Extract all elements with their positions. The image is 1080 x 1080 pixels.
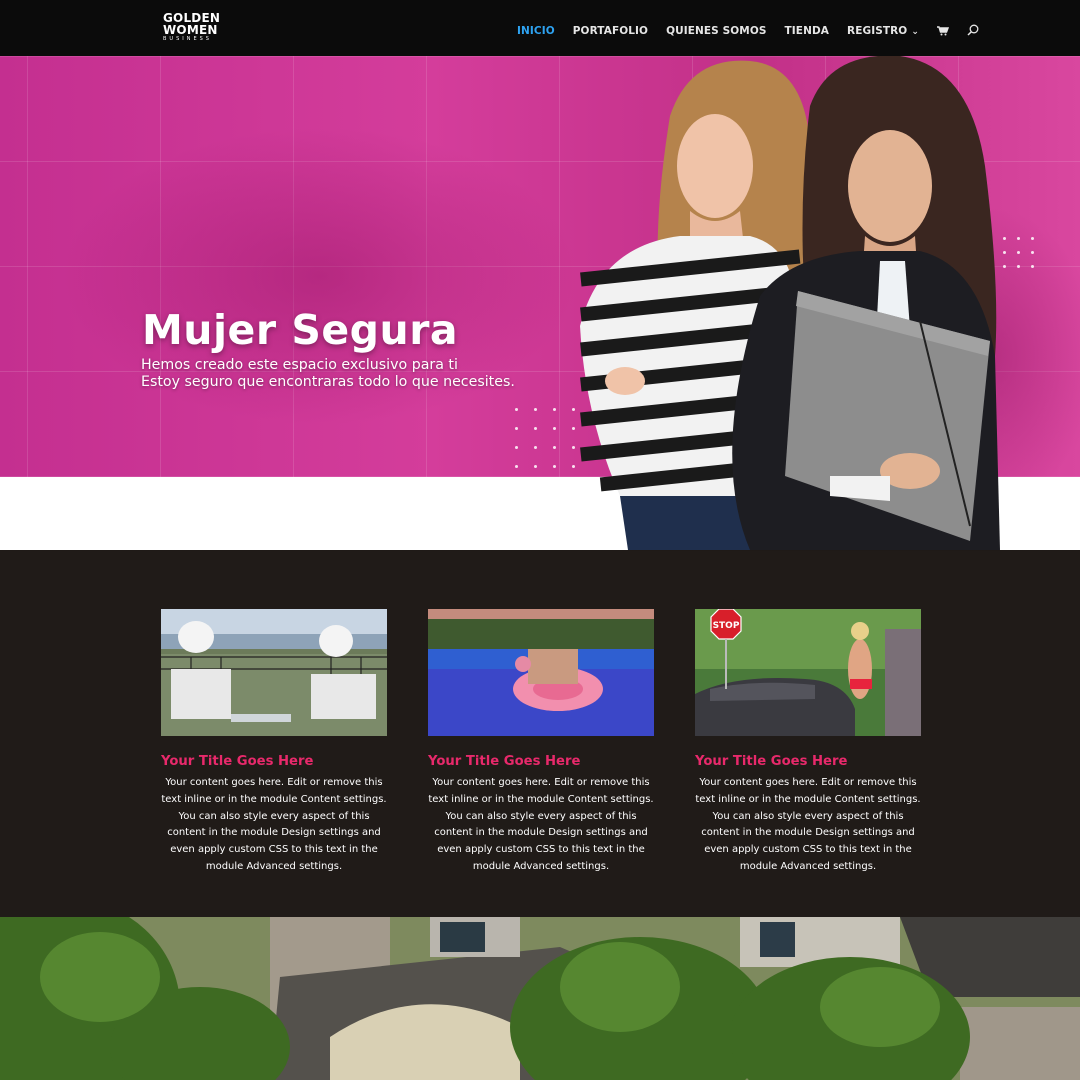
nav-tienda[interactable]: TIENDA [785,25,829,37]
feature-image-2 [428,609,654,736]
hero-women-image [580,56,1000,550]
decor-dot [534,408,537,411]
hero-subtitle: Hemos creado este espacio exclusivo para… [141,357,515,391]
feature-body-1: Your content goes here. Edit or remove t… [161,777,387,872]
house-image-section [0,917,1080,1080]
logo-line3: BUSINESS [163,36,212,42]
main-nav: INICIO PORTAFOLIO QUIENES SOMOS TIENDA R… [517,21,997,40]
feature-card-2: Your Title Goes Here Your content goes h… [428,609,654,876]
feature-body-2: Your content goes here. Edit or remove t… [428,777,654,872]
cart-icon[interactable] [937,21,950,40]
stop-sign-label: STOP [713,621,740,631]
site-header: GOLDEN WOMEN BUSINESS INICIO PORTAFOLIO … [0,0,1080,56]
site-logo[interactable]: GOLDEN WOMEN BUSINESS [163,12,220,42]
nav-portafolio[interactable]: PORTAFOLIO [573,25,648,37]
decor-dot [1031,265,1034,268]
nav-registro-label: REGISTRO [847,24,908,37]
decor-dot [1031,251,1034,254]
hero-subtitle-line1: Hemos creado este espacio exclusivo para… [141,357,458,373]
hero-subtitle-line2: Estoy seguro que encontraras todo lo que… [141,374,515,390]
stop-sign-icon: STOP [710,609,742,640]
nav-registro[interactable]: REGISTRO ⌄ [847,25,919,37]
chevron-down-icon: ⌄ [911,26,919,37]
feature-title-3: Your Title Goes Here [695,754,848,769]
feature-card-3: STOP Your Title Goes Here Your content g… [695,609,921,876]
feature-image-1 [161,609,387,736]
logo-line2: WOMEN [163,23,218,37]
search-icon[interactable] [967,21,979,40]
decor-dot [534,427,537,430]
feature-image-3: STOP [695,609,921,736]
feature-title-2: Your Title Goes Here [428,754,581,769]
nav-inicio[interactable]: INICIO [517,25,555,37]
decor-dot [534,446,537,449]
feature-card-1: Your Title Goes Here Your content goes h… [161,609,387,876]
hero-title: Mujer Segura [142,306,459,354]
nav-quienes-somos[interactable]: QUIENES SOMOS [666,25,766,37]
decor-dot [515,446,518,449]
decor-dot [515,408,518,411]
feature-body-3: Your content goes here. Edit or remove t… [695,777,921,872]
decor-dot [1031,237,1034,240]
feature-title-1: Your Title Goes Here [161,754,314,769]
decor-dot [515,427,518,430]
decor-dot [534,465,537,468]
decor-dot [515,465,518,468]
